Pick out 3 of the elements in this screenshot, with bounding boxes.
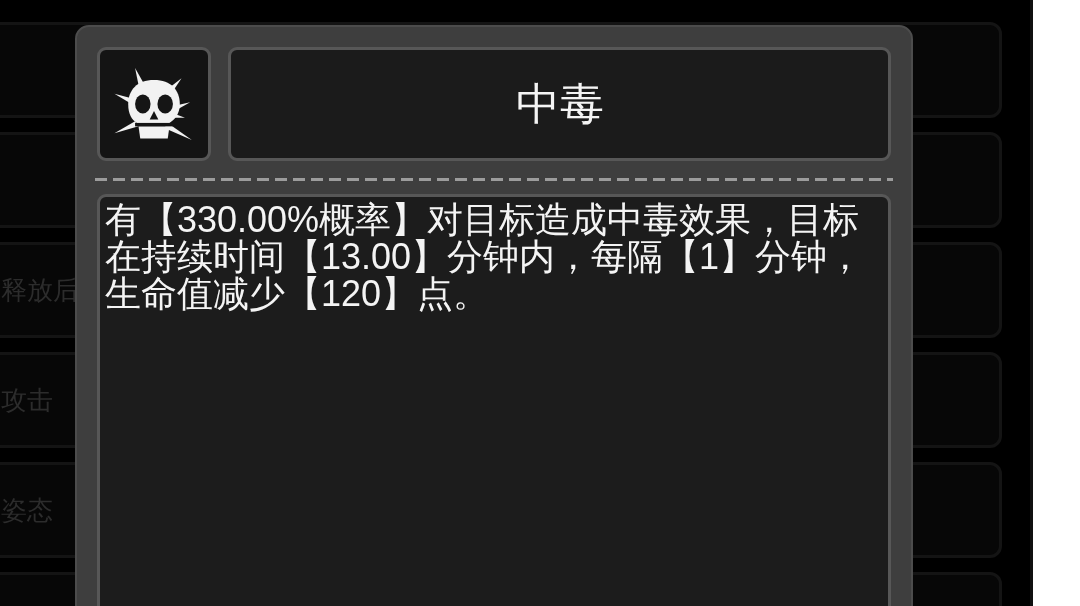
effect-description: 有【330.00%概率】对目标造成中毒效果，目标在持续时间【13.00】分钟内，每隔【1】分钟，生命值减少【120】点。: [105, 201, 865, 312]
effect-title: 中毒: [515, 78, 604, 130]
skull-icon: [97, 47, 211, 161]
